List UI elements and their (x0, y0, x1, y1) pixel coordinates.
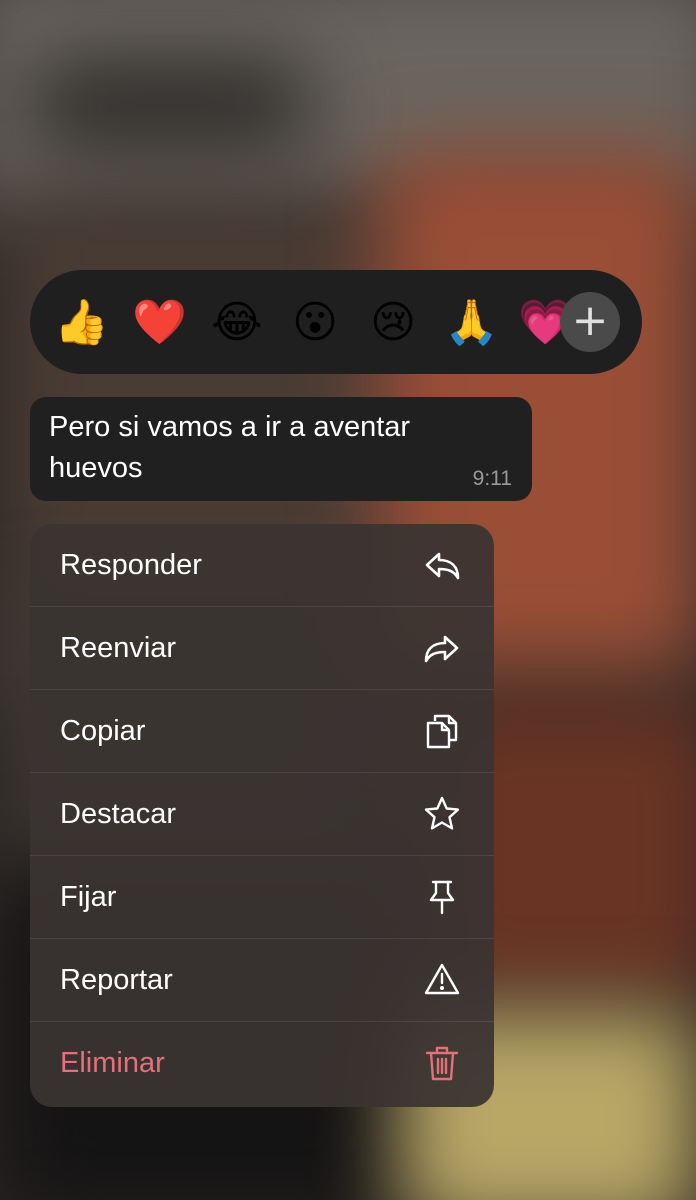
menu-item-label: Eliminar (60, 1047, 165, 1079)
menu-item-label: Fijar (60, 881, 117, 913)
reaction-folded-hands[interactable]: 🙏 (444, 296, 499, 350)
menu-item-delete[interactable]: Eliminar (30, 1022, 494, 1105)
reaction-bar: 👍 ❤️ 😂 😮 😢 🙏 💗 (30, 270, 642, 374)
message-timestamp: 9:11 (472, 467, 512, 490)
reaction-red-heart[interactable]: ❤️ (132, 296, 187, 350)
reaction-surprised[interactable]: 😮 (288, 296, 342, 350)
menu-item-label: Destacar (60, 798, 177, 830)
pin-icon (429, 880, 455, 915)
plus-icon: + (571, 295, 609, 346)
reaction-crying[interactable]: 😢 (366, 296, 420, 350)
message-bubble[interactable]: Pero si vamos a ir a aventar huevos 9:11 (30, 397, 532, 501)
warning-icon (424, 963, 460, 995)
trash-icon (425, 1046, 459, 1081)
forward-icon (424, 635, 459, 663)
more-reactions-button[interactable]: + (560, 292, 620, 352)
menu-item-forward[interactable]: Reenviar (30, 607, 494, 690)
menu-item-label: Copiar (60, 715, 146, 747)
menu-item-label: Reenviar (60, 632, 177, 664)
menu-item-star[interactable]: Destacar (30, 773, 494, 856)
menu-item-pin[interactable]: Fijar (30, 856, 494, 939)
menu-item-reply[interactable]: Responder (30, 524, 494, 607)
menu-item-report[interactable]: Reportar (30, 939, 494, 1022)
message-context-menu: Responder Reenviar Copiar Destacar Fijar (30, 524, 494, 1107)
reaction-thumbs-up[interactable]: 👍 (54, 296, 109, 350)
star-icon (424, 796, 460, 830)
message-text: Pero si vamos a ir a aventar huevos (49, 411, 411, 484)
reply-icon (425, 552, 460, 580)
reaction-tears-of-joy[interactable]: 😂 (210, 296, 264, 350)
menu-item-label: Responder (60, 549, 202, 581)
menu-item-label: Reportar (60, 964, 173, 996)
copy-icon (426, 714, 458, 749)
menu-item-copy[interactable]: Copiar (30, 690, 494, 773)
